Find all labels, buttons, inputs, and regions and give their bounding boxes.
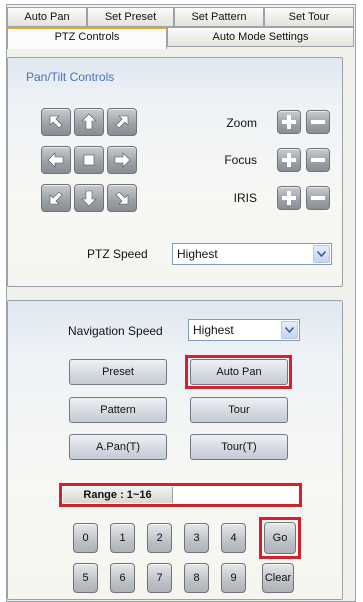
arrow-down-left-button[interactable] (41, 184, 71, 212)
arrow-up-right-icon (115, 115, 129, 129)
stop-button[interactable] (74, 146, 104, 174)
arrow-up-button[interactable] (74, 108, 104, 136)
tour-timed-button[interactable]: Tour(T) (190, 434, 288, 460)
plus-icon (282, 115, 296, 129)
keypad-2-button[interactable]: 2 (147, 523, 172, 553)
tab-auto-pan[interactable]: Auto Pan (7, 7, 87, 27)
arrow-up-left-icon (49, 115, 63, 129)
arrow-left-icon (47, 152, 64, 168)
arrow-down-icon (81, 190, 97, 207)
arrow-left-button[interactable] (41, 146, 71, 174)
go-highlight (259, 517, 301, 559)
preset-button[interactable]: Preset (69, 359, 167, 385)
tab-set-tour[interactable]: Set Tour (264, 7, 354, 27)
minus-icon (311, 158, 325, 162)
auto-pan-highlight (185, 355, 292, 389)
keypad-1-button[interactable]: 1 (110, 523, 135, 553)
keypad-9-button[interactable]: 9 (221, 563, 246, 593)
keypad-0-button[interactable]: 0 (73, 523, 98, 553)
arrow-down-right-button[interactable] (107, 184, 137, 212)
chevron-down-icon (281, 321, 298, 339)
chevron-down-icon (313, 245, 330, 263)
focus-out-button[interactable] (306, 148, 330, 172)
minus-icon (311, 196, 325, 200)
ptz-speed-value: Highest (177, 247, 218, 261)
minus-icon (311, 120, 325, 124)
pan-tilt-title: Pan/Tilt Controls (26, 70, 115, 84)
zoom-in-button[interactable] (277, 110, 301, 134)
iris-label: IRIS (233, 191, 257, 205)
pattern-button[interactable]: Pattern (69, 397, 167, 423)
arrow-down-left-icon (49, 191, 63, 205)
arrow-down-right-icon (115, 191, 129, 205)
keypad-3-button[interactable]: 3 (184, 523, 209, 553)
plus-icon (282, 153, 296, 167)
arrow-right-button[interactable] (107, 146, 137, 174)
zoom-label: Zoom (226, 116, 257, 130)
navigation-speed-select[interactable]: Highest (188, 319, 300, 341)
zoom-out-button[interactable] (306, 110, 330, 134)
tab-auto-mode-settings[interactable]: Auto Mode Settings (167, 27, 354, 47)
keypad-7-button[interactable]: 7 (147, 563, 172, 593)
tab-set-pattern[interactable]: Set Pattern (174, 7, 264, 27)
arrow-up-left-button[interactable] (41, 108, 71, 136)
arrow-right-icon (114, 152, 131, 168)
tab-ptz-controls[interactable]: PTZ Controls (7, 27, 167, 49)
tab-set-preset[interactable]: Set Preset (87, 7, 174, 27)
keypad-5-button[interactable]: 5 (73, 563, 98, 593)
auto-pan-timed-button[interactable]: A.Pan(T) (69, 434, 167, 460)
keypad-4-button[interactable]: 4 (221, 523, 246, 553)
focus-label: Focus (224, 153, 257, 167)
ptz-speed-label: PTZ Speed (87, 247, 148, 261)
stop-square-icon (83, 154, 95, 166)
arrow-up-icon (81, 113, 97, 130)
navigation-speed-value: Highest (193, 323, 234, 337)
navigation-speed-label: Navigation Speed (68, 324, 163, 338)
keypad-6-button[interactable]: 6 (110, 563, 135, 593)
tour-button[interactable]: Tour (190, 397, 288, 423)
iris-open-button[interactable] (277, 186, 301, 210)
keypad-8-button[interactable]: 8 (184, 563, 209, 593)
clear-button[interactable]: Clear (262, 563, 294, 593)
ptz-speed-select[interactable]: Highest (172, 243, 332, 265)
range-highlight (59, 483, 302, 507)
plus-icon (282, 191, 296, 205)
iris-close-button[interactable] (306, 186, 330, 210)
arrow-up-right-button[interactable] (107, 108, 137, 136)
focus-in-button[interactable] (277, 148, 301, 172)
arrow-down-button[interactable] (74, 184, 104, 212)
